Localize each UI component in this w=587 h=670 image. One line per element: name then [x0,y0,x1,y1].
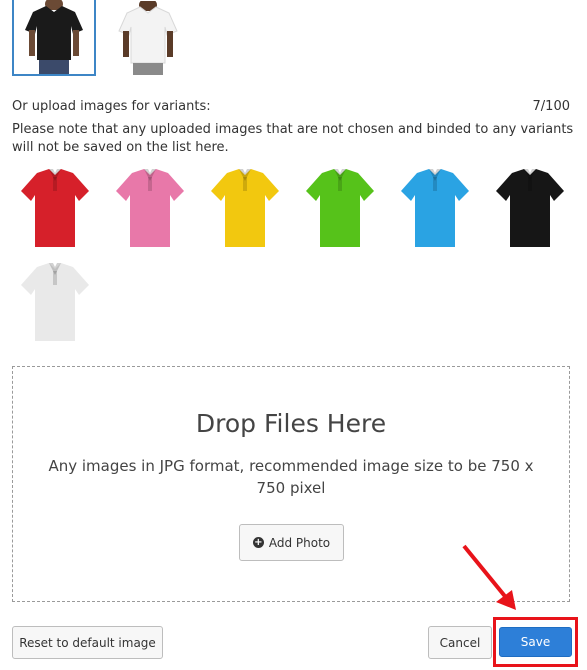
uploaded-image-green-polo[interactable] [297,166,382,250]
add-photo-label: Add Photo [268,535,331,550]
uploaded-image-yellow-polo[interactable] [202,166,287,250]
white-polo-model-image [118,1,178,75]
red-arrow-annotation [462,544,516,610]
uploaded-image-pink-polo[interactable] [107,166,192,250]
save-button[interactable]: Save [499,627,572,657]
variant-thumbnails [12,0,190,76]
red-polo-image [20,169,89,247]
save-highlight-box: Save [493,617,578,667]
pink-polo-image [115,169,184,247]
uploaded-image-black-polo[interactable] [487,166,572,250]
green-polo-image [305,169,374,247]
uploaded-image-grid [12,166,582,344]
variant-thumb-white[interactable] [106,0,190,76]
upload-variants-label: Or upload images for variants: [12,99,211,114]
white-polo-image [20,263,89,341]
dropzone-instructions: Any images in JPG format, recommended im… [48,457,534,497]
variant-thumb-black[interactable] [12,0,96,76]
dropzone-title: Drop Files Here [195,409,387,438]
add-photo-button[interactable]: + Add Photo [239,524,344,561]
blue-polo-image [400,169,469,247]
black-polo-image [495,169,564,247]
uploaded-image-red-polo[interactable] [12,166,97,250]
black-polo-model-image [25,0,83,74]
uploaded-image-blue-polo[interactable] [392,166,477,250]
cancel-button[interactable]: Cancel [428,626,492,659]
upload-count: 7/100 [532,99,570,114]
upload-note: Please note that any uploaded images tha… [12,122,574,155]
uploaded-image-white-polo[interactable] [12,260,97,344]
yellow-polo-image [210,169,279,247]
reset-default-image-button[interactable]: Reset to default image [12,626,163,659]
plus-circle-icon: + [252,537,264,548]
